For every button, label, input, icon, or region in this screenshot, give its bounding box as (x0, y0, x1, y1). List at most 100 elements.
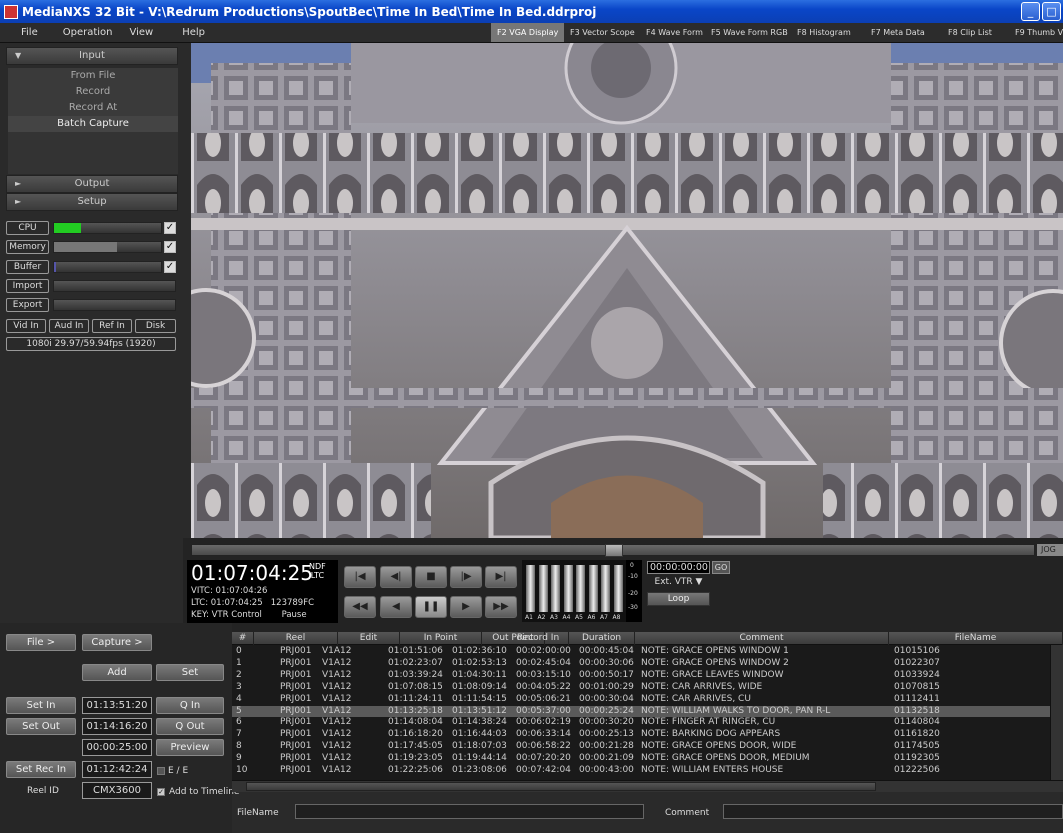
step-forward-button[interactable]: |▶ (450, 566, 482, 588)
set-button[interactable]: Set (156, 664, 224, 681)
scrub-handle[interactable] (605, 544, 623, 557)
table-row[interactable]: 4 PRJ001 V1A12 01:11:24:11 01:11:54:15 00:05:… (232, 694, 1050, 706)
q-out-button[interactable]: Q Out (156, 718, 224, 735)
buffer-checkbox[interactable]: ✓ (164, 261, 176, 273)
table-row[interactable]: 1 PRJ001 V1A12 01:02:23:07 01:02:53:13 00:02:… (232, 658, 1050, 670)
vu-label: A7 (600, 614, 608, 621)
set-rec-in-button[interactable]: Set Rec In (6, 761, 76, 778)
col-index[interactable]: # (232, 632, 254, 645)
scrub-bar[interactable] (191, 544, 1035, 557)
file-button[interactable]: File > (6, 634, 76, 651)
add-to-timeline-checkbox[interactable]: ✓ (157, 788, 165, 796)
table-horizontal-scrollbar[interactable] (232, 780, 1063, 792)
disk-button[interactable]: Disk (135, 319, 176, 333)
comment-field[interactable] (723, 804, 1063, 819)
vid-in-button[interactable]: Vid In (6, 319, 46, 333)
table-cell: 00:00:30:06 (579, 657, 634, 668)
table-row[interactable]: 6 PRJ001 V1A12 01:14:08:04 01:14:38:24 00:06:… (232, 717, 1050, 729)
table-cell: 10 (236, 765, 248, 775)
tab-histogram[interactable]: F8 Histogram (791, 23, 857, 42)
play-button[interactable]: ▶ (450, 596, 482, 618)
loop-button[interactable]: Loop (647, 592, 710, 606)
menu-view[interactable]: View (124, 27, 165, 38)
device-select[interactable]: Ext. VTR ▼ (647, 577, 710, 589)
q-in-button[interactable]: Q In (156, 697, 224, 714)
reel-id-field[interactable]: CMX3600 (82, 782, 152, 799)
col-duration[interactable]: Duration (569, 632, 635, 645)
ee-checkbox[interactable] (157, 767, 165, 775)
input-record-at[interactable]: Record At (8, 100, 178, 116)
setup-header[interactable]: ► Setup (6, 193, 178, 211)
vu-bar-a3 (551, 564, 560, 612)
table-cell: PRJ001 (280, 681, 312, 692)
import-button[interactable]: Import (6, 279, 49, 293)
rec-in-timecode-field[interactable]: 01:12:42:24 (82, 761, 152, 778)
menu-help[interactable]: Help (164, 27, 216, 38)
menu-file[interactable]: File (0, 27, 49, 38)
go-to-start-button[interactable]: |◀ (344, 566, 376, 588)
col-record-in[interactable]: Record In (508, 632, 569, 645)
table-cell: 0 (236, 646, 242, 656)
table-row[interactable]: 5 PRJ001 V1A12 01:13:25:18 01:13:51:12 00:05:… (232, 705, 1050, 718)
set-out-button[interactable]: Set Out (6, 718, 76, 735)
cpu-checkbox[interactable]: ✓ (164, 222, 176, 234)
table-vertical-scrollbar[interactable] (1050, 645, 1063, 780)
fast-forward-button[interactable]: ▶▶ (485, 596, 517, 618)
input-record[interactable]: Record (8, 84, 178, 100)
step-back-button[interactable]: ◀| (380, 566, 412, 588)
capture-button[interactable]: Capture > (82, 634, 152, 651)
filename-field[interactable] (295, 804, 644, 819)
col-in-point[interactable]: In Point (400, 632, 482, 645)
table-row[interactable]: 0 PRJ001 V1A12 01:01:51:06 01:02:36:10 00:02:… (232, 646, 1050, 658)
table-cell: NOTE: FINGER AT RINGER, CU (641, 717, 776, 728)
maximize-button[interactable]: □ (1042, 2, 1061, 21)
export-button[interactable]: Export (6, 298, 49, 312)
col-filename[interactable]: FileName (889, 632, 1063, 645)
table-row[interactable]: 10 PRJ001 V1A12 01:22:25:06 01:23:08:06 00:07… (232, 765, 1050, 777)
memory-button[interactable]: Memory (6, 240, 49, 254)
aud-in-button[interactable]: Aud In (49, 319, 89, 333)
tab-vga-display[interactable]: F2 VGA Display (491, 23, 565, 42)
tab-clip-list[interactable]: F8 Clip List (942, 23, 998, 42)
input-batch-capture[interactable]: Batch Capture (8, 116, 178, 132)
menu-operation[interactable]: Operation (49, 27, 124, 38)
buffer-button[interactable]: Buffer (6, 260, 49, 274)
output-header[interactable]: ► Output (6, 175, 178, 193)
set-in-button[interactable]: Set In (6, 697, 76, 714)
in-timecode-field[interactable]: 01:13:51:20 (82, 697, 152, 714)
goto-timecode-input[interactable]: 00:00:00:00 (647, 561, 710, 574)
duration-field[interactable]: 00:00:25:00 (82, 739, 152, 756)
play-reverse-button[interactable]: ◀ (380, 596, 412, 618)
table-cell: 1 (236, 657, 242, 668)
add-button[interactable]: Add (82, 664, 152, 681)
preview-button[interactable]: Preview (156, 739, 224, 756)
col-edit[interactable]: Edit (338, 632, 400, 645)
cpu-button[interactable]: CPU (6, 221, 49, 235)
rewind-button[interactable]: ◀◀ (344, 596, 376, 618)
col-comment[interactable]: Comment (635, 632, 889, 645)
table-row[interactable]: 8 PRJ001 V1A12 01:17:45:05 01:18:07:03 00:06:… (232, 741, 1050, 753)
input-header[interactable]: ▼ Input (6, 47, 178, 65)
go-button[interactable]: GO (712, 561, 730, 574)
out-timecode-field[interactable]: 01:14:16:20 (82, 718, 152, 735)
input-from-file[interactable]: From File (8, 68, 178, 84)
table-row[interactable]: 7 PRJ001 V1A12 01:16:18:20 01:16:44:03 00:06:… (232, 729, 1050, 741)
minimize-button[interactable]: _ (1021, 2, 1040, 21)
memory-checkbox[interactable]: ✓ (164, 241, 176, 253)
table-row[interactable]: 3 PRJ001 V1A12 01:07:08:15 01:08:09:14 00:04:… (232, 682, 1050, 694)
tab-thumb-view[interactable]: F9 Thumb Vie (1009, 23, 1063, 42)
tab-meta-data[interactable]: F7 Meta Data (865, 23, 931, 42)
table-row[interactable]: 9 PRJ001 V1A12 01:19:23:05 01:19:44:14 00:07:… (232, 753, 1050, 765)
table-cell: 6 (236, 717, 242, 728)
pause-button[interactable]: ❚❚ (415, 596, 447, 618)
col-reel[interactable]: Reel (254, 632, 338, 645)
stop-button[interactable]: ■ (415, 566, 447, 588)
ref-in-button[interactable]: Ref In (92, 319, 132, 333)
tab-wave-form-rgb[interactable]: F5 Wave Form RGB (705, 23, 794, 42)
tab-vector-scope[interactable]: F3 Vector Scope (564, 23, 641, 42)
tab-wave-form[interactable]: F4 Wave Form (640, 23, 709, 42)
go-to-end-button[interactable]: ▶| (485, 566, 517, 588)
horizontal-scroll-thumb[interactable] (246, 782, 876, 791)
table-row[interactable]: 2 PRJ001 V1A12 01:03:39:24 01:04:30:11 00:03:… (232, 670, 1050, 682)
jog-control[interactable]: JOG (1037, 544, 1063, 556)
